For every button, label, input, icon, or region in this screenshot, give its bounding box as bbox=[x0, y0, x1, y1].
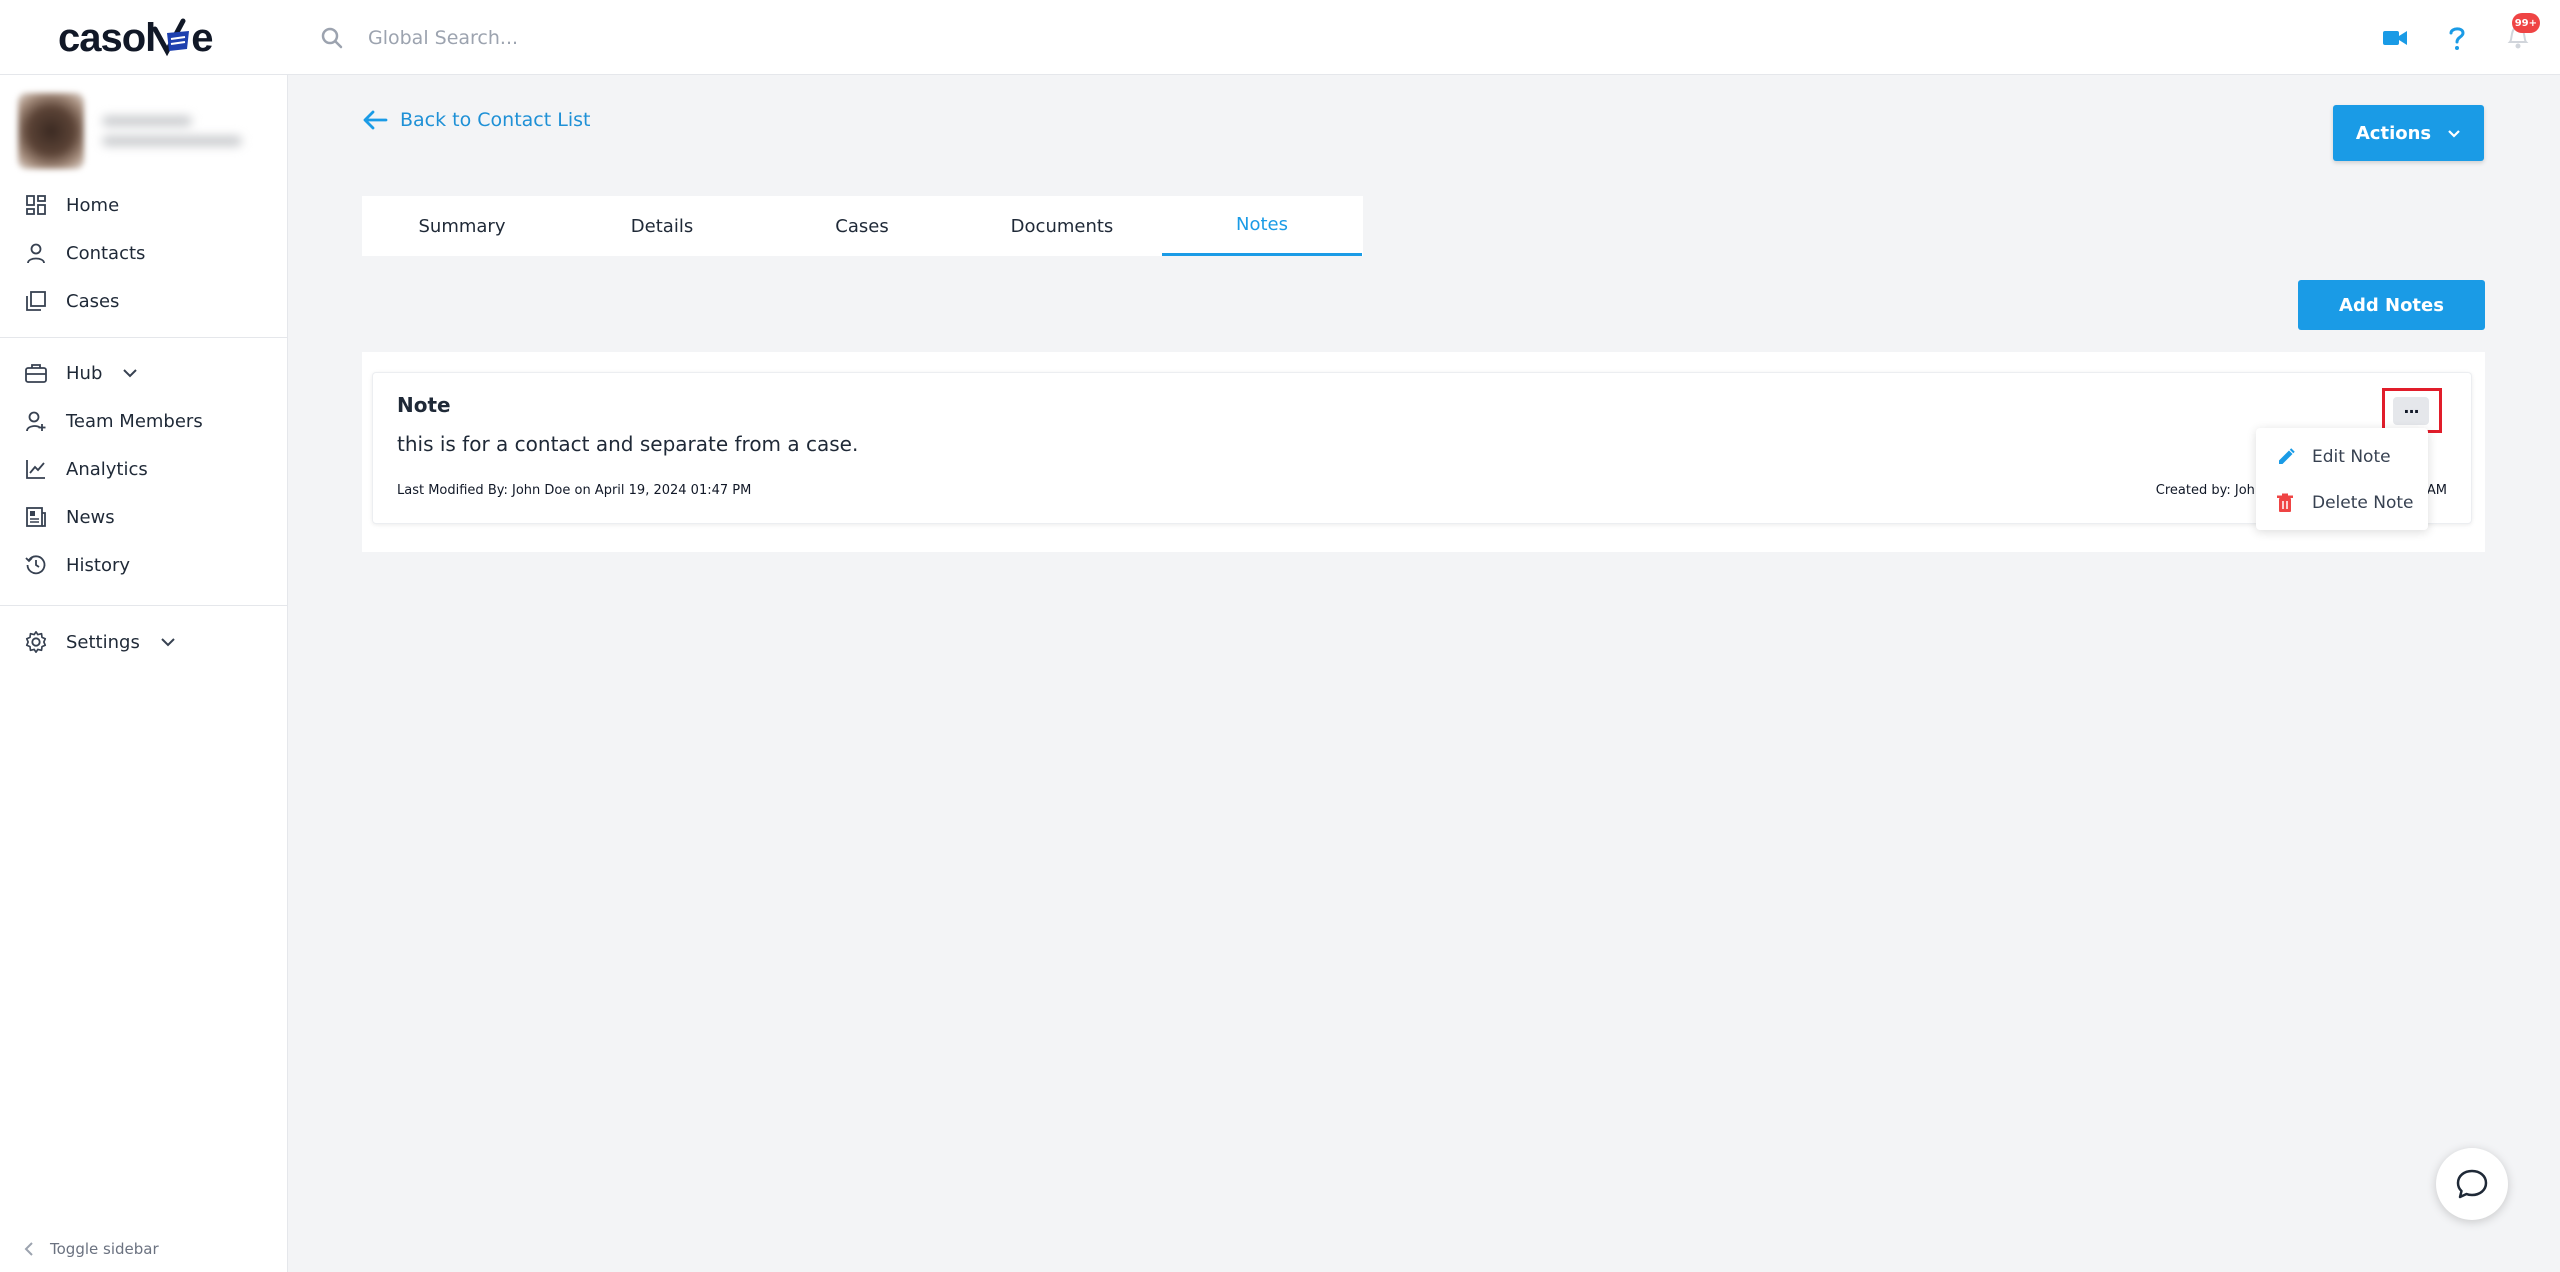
tab-label: Summary bbox=[418, 215, 506, 237]
note-body: this is for a contact and separate from … bbox=[397, 432, 859, 456]
back-link-label: Back to Contact List bbox=[400, 109, 591, 131]
note-last-modified: Last Modified By: John Doe on April 19, … bbox=[397, 483, 752, 498]
logo-text-right: e bbox=[191, 15, 213, 60]
logo-text-left: casol bbox=[58, 15, 156, 60]
arrow-left-icon bbox=[363, 110, 388, 130]
delete-note-menu-item[interactable]: Delete Note bbox=[2256, 480, 2428, 526]
news-icon bbox=[24, 505, 48, 529]
sidebar-item-history[interactable]: History bbox=[0, 541, 288, 589]
top-bar: casol e 99+ bbox=[0, 0, 2560, 75]
sidebar-item-analytics[interactable]: Analytics bbox=[0, 445, 288, 493]
video-camera-icon[interactable] bbox=[2382, 28, 2408, 48]
sidebar-divider bbox=[0, 605, 288, 606]
sidebar-item-home[interactable]: Home bbox=[0, 181, 288, 229]
back-to-contact-list-link[interactable]: Back to Contact List bbox=[362, 106, 590, 134]
toggle-sidebar-label: Toggle sidebar bbox=[50, 1240, 159, 1258]
user-icon bbox=[24, 241, 48, 265]
dashboard-icon bbox=[24, 193, 48, 217]
sidebar-item-news[interactable]: News bbox=[0, 493, 288, 541]
sidebar-item-team-members[interactable]: Team Members bbox=[0, 397, 288, 445]
contact-tabs: Summary Details Cases Documents Notes bbox=[362, 196, 1363, 256]
edit-note-label: Edit Note bbox=[2312, 447, 2391, 467]
help-icon[interactable] bbox=[2448, 25, 2466, 51]
chat-bubble-icon bbox=[2456, 1169, 2488, 1199]
global-search bbox=[320, 18, 1020, 58]
app-logo[interactable]: casol e bbox=[58, 14, 214, 62]
nav-secondary: Hub Team Members Analytics News History bbox=[0, 349, 288, 589]
tab-documents[interactable]: Documents bbox=[962, 196, 1162, 256]
search-icon bbox=[321, 27, 343, 49]
sidebar-item-label: Team Members bbox=[66, 410, 203, 432]
add-notes-label: Add Notes bbox=[2339, 294, 2444, 316]
gear-icon bbox=[24, 630, 48, 654]
sidebar-divider bbox=[0, 337, 288, 338]
add-notes-button[interactable]: Add Notes bbox=[2298, 280, 2485, 330]
sidebar-item-label: Hub bbox=[66, 362, 103, 384]
search-input[interactable] bbox=[368, 27, 968, 49]
tab-label: Notes bbox=[1236, 214, 1288, 235]
sidebar-item-label: Contacts bbox=[66, 242, 146, 264]
tab-details[interactable]: Details bbox=[562, 196, 762, 256]
sidebar-item-label: News bbox=[66, 506, 115, 528]
cases-icon bbox=[24, 289, 48, 313]
header-icons: 99+ bbox=[2382, 13, 2540, 58]
nav-settings: Settings bbox=[0, 612, 288, 672]
tab-cases[interactable]: Cases bbox=[762, 196, 962, 256]
note-card: Note this is for a contact and separate … bbox=[372, 372, 2472, 524]
chevron-down-icon bbox=[2448, 129, 2460, 138]
history-icon bbox=[24, 553, 48, 577]
sidebar-item-label: Analytics bbox=[66, 458, 148, 480]
more-options-label: ··· bbox=[2403, 401, 2419, 421]
actions-label: Actions bbox=[2355, 122, 2432, 144]
sidebar-item-label: Cases bbox=[66, 290, 120, 312]
tab-summary[interactable]: Summary bbox=[362, 196, 562, 256]
sidebar-item-label: Settings bbox=[66, 631, 140, 653]
notes-panel: Note this is for a contact and separate … bbox=[362, 352, 2485, 552]
edit-note-menu-item[interactable]: Edit Note bbox=[2256, 434, 2428, 480]
delete-note-label: Delete Note bbox=[2312, 493, 2414, 513]
sidebar: Home Contacts Cases Hub Team Members Ana… bbox=[0, 75, 288, 1272]
pencil-icon bbox=[2276, 447, 2296, 467]
chevron-left-icon bbox=[24, 1242, 33, 1256]
sidebar-item-settings[interactable]: Settings bbox=[0, 612, 288, 672]
profile-info-blurred bbox=[102, 116, 242, 146]
chat-widget-button[interactable] bbox=[2436, 1148, 2508, 1220]
avatar bbox=[18, 93, 84, 169]
sidebar-item-hub[interactable]: Hub bbox=[0, 349, 288, 397]
user-profile[interactable] bbox=[18, 89, 253, 173]
analytics-icon bbox=[24, 457, 48, 481]
tab-label: Documents bbox=[1010, 215, 1114, 237]
tab-label: Details bbox=[630, 215, 694, 237]
sidebar-item-cases[interactable]: Cases bbox=[0, 277, 288, 325]
actions-button[interactable]: Actions bbox=[2333, 105, 2484, 161]
briefcase-icon bbox=[24, 361, 48, 385]
tab-notes[interactable]: Notes bbox=[1162, 196, 1362, 256]
note-created-text: Created by: Joh bbox=[2155, 483, 2255, 498]
sidebar-item-label: Home bbox=[66, 194, 120, 216]
notification-badge: 99+ bbox=[2511, 13, 2540, 33]
chevron-down-icon[interactable] bbox=[160, 637, 176, 647]
toggle-sidebar-button[interactable]: Toggle sidebar bbox=[24, 1240, 159, 1258]
note-title: Note bbox=[397, 393, 451, 417]
note-created-tail: AM bbox=[2426, 483, 2447, 498]
sidebar-item-label: History bbox=[66, 554, 131, 576]
chevron-down-icon[interactable] bbox=[122, 368, 138, 378]
notifications[interactable]: 99+ bbox=[2506, 13, 2540, 54]
team-icon bbox=[24, 409, 48, 433]
note-options-menu: Edit Note Delete Note bbox=[2256, 428, 2428, 530]
more-options-button[interactable]: ··· bbox=[2393, 397, 2429, 425]
logo-mark-icon bbox=[153, 18, 190, 57]
nav-primary: Home Contacts Cases bbox=[0, 181, 288, 325]
sidebar-item-contacts[interactable]: Contacts bbox=[0, 229, 288, 277]
tab-label: Cases bbox=[835, 215, 889, 237]
trash-icon bbox=[2276, 493, 2296, 513]
